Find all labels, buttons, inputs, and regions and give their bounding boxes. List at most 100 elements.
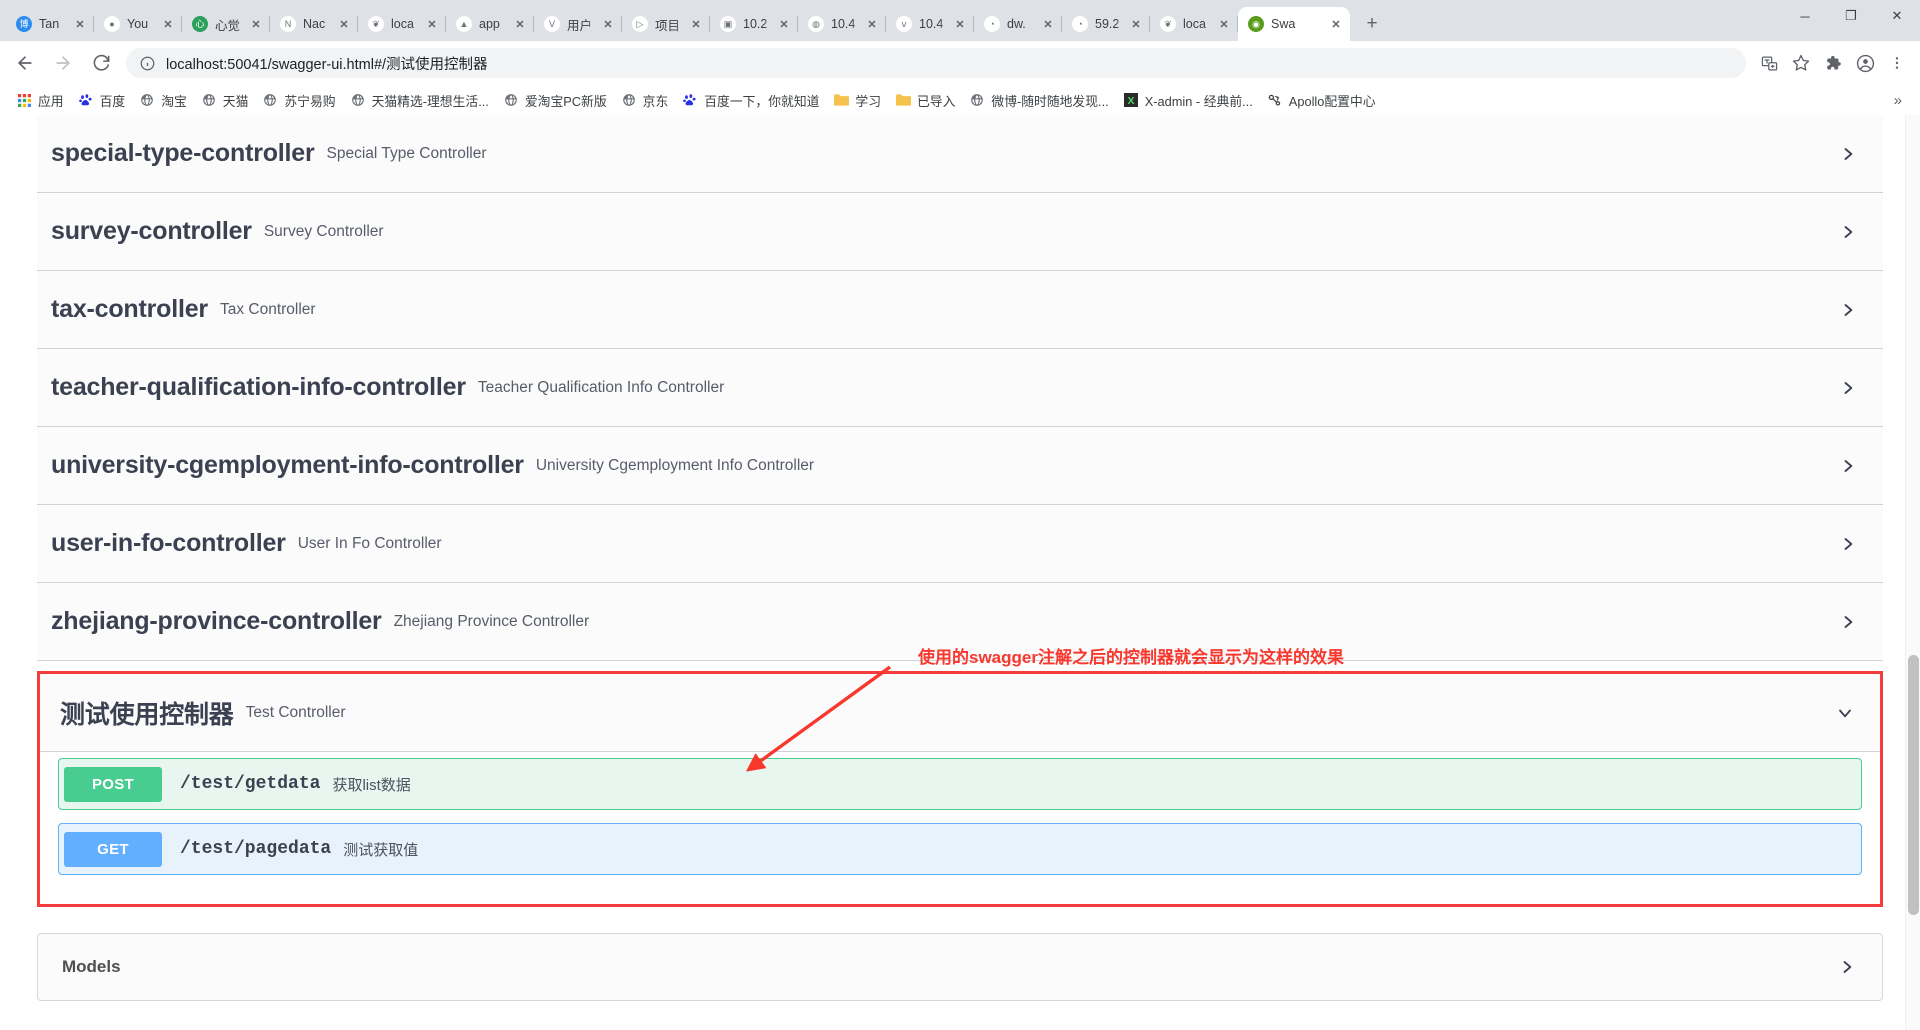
- chevron-right-icon[interactable]: [1837, 299, 1859, 321]
- globe-icon: [139, 92, 155, 108]
- globe-icon: [621, 92, 637, 108]
- close-icon[interactable]: ✕: [424, 16, 440, 32]
- bookmark-item[interactable]: 已导入: [889, 88, 963, 113]
- browser-tab[interactable]: V 用户 ✕: [534, 7, 622, 41]
- close-icon[interactable]: ✕: [336, 16, 352, 32]
- models-section[interactable]: Models: [37, 933, 1883, 1001]
- chevron-right-icon[interactable]: [1837, 455, 1859, 477]
- browser-tab[interactable]: ❦ loca ✕: [1150, 7, 1238, 41]
- translate-icon[interactable]: [1754, 48, 1784, 78]
- chevron-right-icon[interactable]: [1837, 221, 1859, 243]
- close-icon[interactable]: ✕: [864, 16, 880, 32]
- browser-tab[interactable]: 博 Tan ✕: [6, 7, 94, 41]
- chevron-right-icon[interactable]: [1836, 956, 1858, 978]
- tag-row[interactable]: user-in-fo-controller User In Fo Controll…: [37, 505, 1883, 583]
- close-icon[interactable]: ✕: [160, 16, 176, 32]
- chevron-right-icon[interactable]: [1837, 377, 1859, 399]
- maximize-button[interactable]: ❐: [1828, 0, 1874, 32]
- reload-icon[interactable]: [84, 46, 118, 80]
- close-icon[interactable]: ✕: [248, 16, 264, 32]
- scrollbar-thumb[interactable]: [1908, 655, 1919, 915]
- browser-tab[interactable]: 心心觉 ✕: [182, 7, 270, 41]
- folder-icon: [833, 92, 849, 108]
- chevron-right-icon[interactable]: [1837, 143, 1859, 165]
- bookmark-item[interactable]: 百度: [72, 88, 134, 113]
- github-icon: ●: [104, 16, 120, 32]
- tag-row[interactable]: teacher-qualification-info-controller Tea…: [37, 349, 1883, 427]
- close-icon[interactable]: ✕: [1328, 16, 1344, 32]
- bookmark-item[interactable]: Apollo配置中心: [1261, 88, 1384, 113]
- bookmark-item[interactable]: X X-admin - 经典前...: [1117, 88, 1261, 113]
- tab-label: Nac: [303, 17, 326, 31]
- browser-tab[interactable]: ● You ✕: [94, 7, 182, 41]
- browser-tab[interactable]: ▲ app ✕: [446, 7, 534, 41]
- browser-window: 博 Tan ✕ ● You ✕ 心心觉 ✕ N Nac ✕ ❦ loca ✕ ▲ app ✕ V 用户 ✕ ▷ 项目 ✕ ▣ 1…: [0, 0, 1920, 1030]
- bookmark-item[interactable]: 苏宁易购: [256, 88, 343, 113]
- browser-tab[interactable]: ▷ 项目 ✕: [622, 7, 710, 41]
- new-tab-button[interactable]: +: [1358, 10, 1386, 38]
- bookmark-item[interactable]: 学习: [827, 88, 889, 113]
- page-scrollbar[interactable]: [1905, 115, 1920, 1030]
- tag-description: Test Controller: [245, 703, 346, 721]
- close-icon[interactable]: ✕: [688, 16, 704, 32]
- bookmark-item[interactable]: 微博-随时随地发现...: [963, 88, 1116, 113]
- tag-name: 测试使用控制器: [60, 700, 234, 729]
- close-icon[interactable]: ✕: [776, 16, 792, 32]
- browser-tab-active[interactable]: ◉ Swa ✕: [1238, 7, 1350, 41]
- tag-row[interactable]: university-cgemployment-info-controller U…: [37, 427, 1883, 505]
- bookmark-item[interactable]: 应用: [10, 88, 72, 113]
- chevron-right-icon[interactable]: [1837, 611, 1859, 633]
- minimize-button[interactable]: ─: [1782, 0, 1828, 32]
- forward-arrow-icon[interactable]: [46, 46, 80, 80]
- address-bar[interactable]: localhost:50041/swagger-ui.html#/测试使用控制器: [126, 48, 1746, 78]
- bookmarks-overflow-button[interactable]: »: [1884, 92, 1912, 109]
- bookmark-label: 淘宝: [161, 93, 187, 109]
- operation-path: /test/pagedata: [180, 839, 332, 859]
- tag-row[interactable]: special-type-controller Special Type Cont…: [37, 115, 1883, 193]
- tab-label: dw.: [1007, 17, 1026, 31]
- avatar-icon[interactable]: [1850, 48, 1880, 78]
- star-icon[interactable]: [1786, 48, 1816, 78]
- close-icon[interactable]: ✕: [1040, 16, 1056, 32]
- tag-row[interactable]: tax-controller Tax Controller: [37, 271, 1883, 349]
- close-icon[interactable]: ✕: [600, 16, 616, 32]
- browser-tab[interactable]: ❦ loca ✕: [358, 7, 446, 41]
- chevron-right-icon[interactable]: [1837, 533, 1859, 555]
- globe-icon: [969, 92, 985, 108]
- tag-description: Zhejiang Province Controller: [393, 612, 590, 630]
- browser-tab[interactable]: ◍ 10.4 ✕: [798, 7, 886, 41]
- browser-tab[interactable]: ⅴ 10.4 ✕: [886, 7, 974, 41]
- bookmark-item[interactable]: 天猫精选-理想生活...: [344, 88, 497, 113]
- back-arrow-icon[interactable]: [8, 46, 42, 80]
- chevron-down-icon[interactable]: [1834, 702, 1856, 724]
- tag-row-test-controller[interactable]: 测试使用控制器 Test Controller: [40, 674, 1880, 752]
- bookmark-label: 京东: [642, 93, 669, 109]
- browser-tab[interactable]: ◔ 59.2 ✕: [1062, 7, 1150, 41]
- knife4j-icon: ◔: [984, 16, 1000, 32]
- tag-row[interactable]: survey-controller Survey Controller: [37, 193, 1883, 271]
- three-dot-menu-icon[interactable]: [1882, 48, 1912, 78]
- browser-tab[interactable]: ▣ 10.2 ✕: [710, 7, 798, 41]
- bookmark-item[interactable]: 百度一下，你就知道: [676, 88, 827, 113]
- bookmark-item[interactable]: 爱淘宝PC新版: [497, 88, 615, 113]
- close-icon[interactable]: ✕: [72, 16, 88, 32]
- operation-block[interactable]: POST/test/getdata 获取list数据: [58, 758, 1862, 810]
- bookmark-label: 百度一下，你就知道: [704, 93, 820, 109]
- close-icon[interactable]: ✕: [952, 16, 968, 32]
- bookmark-item[interactable]: 京东: [615, 88, 677, 113]
- close-icon[interactable]: ✕: [512, 16, 528, 32]
- browser-tab[interactable]: ◔ dw. ✕: [974, 7, 1062, 41]
- page-viewport: special-type-controller Special Type Cont…: [0, 115, 1920, 1030]
- browser-tab[interactable]: N Nac ✕: [270, 7, 358, 41]
- close-window-button[interactable]: ✕: [1874, 0, 1920, 32]
- bookmark-label: Apollo配置中心: [1288, 93, 1376, 109]
- close-icon[interactable]: ✕: [1128, 16, 1144, 32]
- bookmark-item[interactable]: 淘宝: [133, 88, 195, 113]
- folder-icon: [895, 92, 911, 108]
- operation-block[interactable]: GET/test/pagedata 测试获取值: [58, 823, 1862, 875]
- bookmark-item[interactable]: 天猫: [195, 88, 257, 113]
- puzzle-icon[interactable]: [1818, 48, 1848, 78]
- xadmin-icon: X: [1123, 92, 1139, 108]
- close-icon[interactable]: ✕: [1216, 16, 1232, 32]
- site-info-icon[interactable]: [138, 54, 156, 72]
